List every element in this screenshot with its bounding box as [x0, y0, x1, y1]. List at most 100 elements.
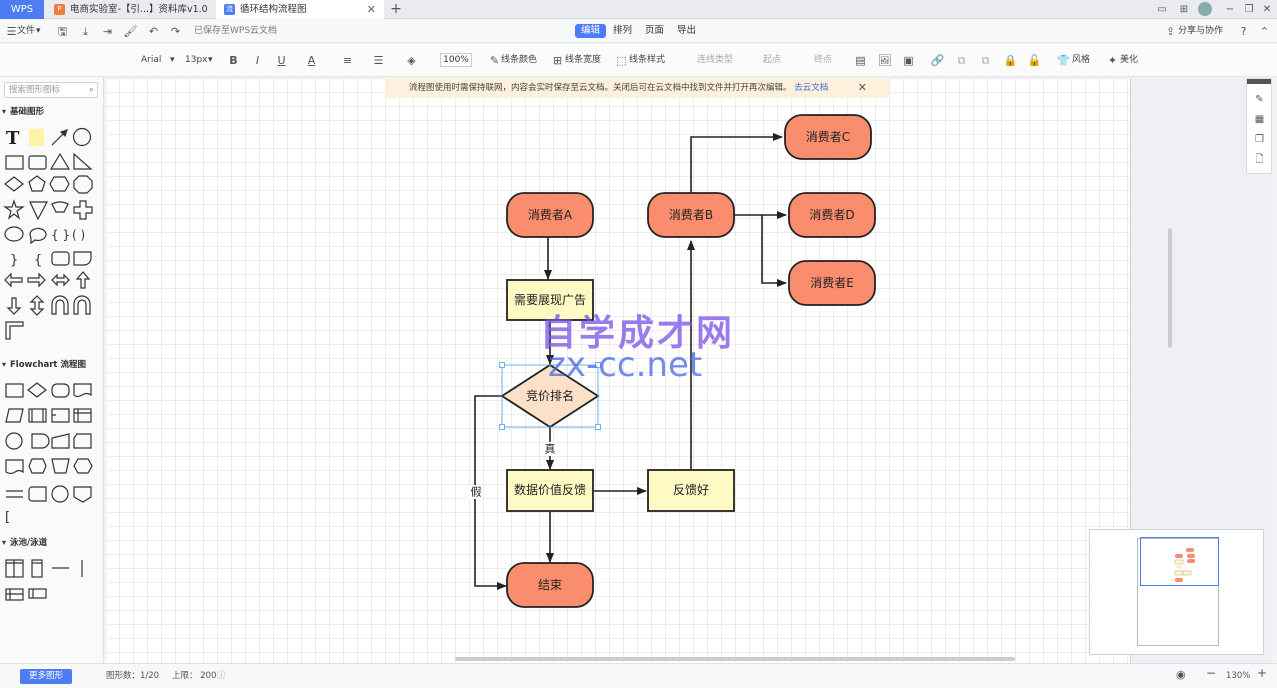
flowchart-shapes-grid[interactable]: [	[2, 378, 102, 528]
zoom-input[interactable]: 100%	[440, 53, 472, 67]
share-button[interactable]: 分享与协作	[1178, 24, 1223, 39]
pool-lane-shapes-grid[interactable]	[2, 556, 102, 606]
tab-document-2[interactable]: 流 循环结构流程图 ✕	[216, 0, 384, 19]
file-menu[interactable]: 文件	[17, 24, 35, 39]
tab-document-1[interactable]: P 电商实验室-【引...】资料库v1.0	[46, 0, 214, 19]
help-icon[interactable]: ⓘ	[217, 670, 226, 683]
duplicate-icon[interactable]: ⧉	[978, 53, 993, 68]
border-icon: ⊞	[552, 54, 563, 67]
zoom-in-button[interactable]: +	[1257, 667, 1267, 680]
bold-icon[interactable]: B	[226, 53, 241, 68]
tab-arrange[interactable]: 排列	[607, 24, 638, 38]
node-consumer-e[interactable]: 消费者E	[788, 260, 876, 306]
zoom-out-button[interactable]: −	[1206, 667, 1216, 680]
svg-text:[: [	[5, 510, 10, 525]
connector-type-menu[interactable]: 连线类型	[697, 53, 733, 68]
document-icon[interactable]: 🗋	[1253, 153, 1266, 166]
pages-icon[interactable]: ❐	[1253, 133, 1266, 146]
node-good-feedback[interactable]: 反馈好	[647, 469, 735, 512]
tab-edit[interactable]: 编辑	[575, 24, 607, 38]
edge-b-to-e[interactable]	[761, 215, 787, 287]
beautify-button[interactable]: 美化	[1120, 53, 1138, 68]
right-side-toolbar: ✎ ▦ ❐ 🗋	[1246, 78, 1272, 174]
add-tab-button[interactable]: +	[388, 0, 404, 19]
style-menu[interactable]: 风格	[1072, 53, 1090, 68]
line-width-menu[interactable]: 线条宽度	[565, 53, 601, 68]
horizontal-scrollbar[interactable]	[455, 657, 1015, 661]
close-icon[interactable]: ✕	[367, 0, 376, 19]
wps-logo[interactable]: WPS	[0, 0, 44, 19]
unlock-icon[interactable]: 🔓	[1027, 53, 1042, 68]
redo-icon[interactable]: ↷	[168, 24, 183, 39]
tab-page[interactable]: 页面	[639, 24, 670, 38]
link-icon[interactable]: 🔗	[930, 53, 945, 68]
section-pool-lane[interactable]: 泳池/泳道	[0, 536, 104, 550]
style-icon: 👕	[1056, 54, 1071, 67]
start-arrow-menu[interactable]: 起点	[763, 53, 781, 68]
svg-text:( ): ( )	[72, 228, 85, 242]
close-window-icon[interactable]: ✕	[1259, 2, 1275, 17]
underline-icon[interactable]: U	[274, 53, 289, 68]
format-painter-icon[interactable]: 🖌	[123, 24, 138, 39]
more-shapes-button[interactable]: 更多图形	[20, 669, 72, 684]
calendar-icon[interactable]: ▦	[1253, 113, 1266, 126]
section-flowchart[interactable]: Flowchart 流程图	[0, 358, 104, 372]
grid-icon[interactable]: ⊞	[1176, 2, 1192, 17]
svg-text:T: T	[6, 128, 20, 149]
font-select[interactable]: Arial	[141, 53, 161, 68]
layout-icon[interactable]: ▭	[1154, 2, 1170, 17]
status-bar: 更多图形 图形数：1/20 上限： 200 ⓘ ◉ − 130% +	[0, 663, 1277, 688]
font-size-select[interactable]: 13px	[185, 53, 208, 68]
tab-bar: WPS P 电商实验室-【引...】资料库v1.0 流 循环结构流程图 ✕ + …	[0, 0, 1277, 19]
line-style-menu[interactable]: 线条样式	[629, 53, 665, 68]
line-color-menu[interactable]: 线条颜色	[501, 53, 537, 68]
shape-search-input[interactable]: 搜索图形图标 ⌕	[4, 82, 98, 98]
eye-icon[interactable]: ◉	[1176, 668, 1186, 681]
node-end[interactable]: 结束	[506, 562, 594, 608]
section-basic-shapes[interactable]: 基础图形	[0, 105, 104, 119]
svg-text:消费者A: 消费者A	[528, 208, 573, 222]
copy-icon[interactable]: ⧉	[954, 53, 969, 68]
layout-icon[interactable]: ▤	[853, 53, 868, 68]
vertical-scrollbar[interactable]	[1168, 228, 1172, 348]
restore-icon[interactable]: ❐	[1241, 2, 1257, 17]
edge-b-to-c[interactable]	[690, 133, 783, 193]
image-icon[interactable]: 🖼	[877, 53, 892, 68]
svg-text:消费者D: 消费者D	[809, 208, 854, 222]
saved-status: 已保存至WPS云文档	[194, 26, 278, 36]
help-icon[interactable]: ?	[1236, 24, 1251, 39]
node-consumer-c[interactable]: 消费者C	[784, 114, 872, 160]
container-icon[interactable]: ▣	[901, 53, 916, 68]
node-consumer-b[interactable]: 消费者B	[647, 192, 735, 238]
save-icon[interactable]: 🖫	[55, 24, 70, 39]
font-color-icon[interactable]: A	[304, 53, 319, 68]
node-consumer-a[interactable]: 消费者A	[506, 192, 594, 238]
line-spacing-icon[interactable]: ☰	[371, 53, 386, 68]
zoom-level[interactable]: 130%	[1226, 670, 1250, 683]
undo-icon[interactable]: ↶	[146, 24, 161, 39]
minimize-icon[interactable]: −	[1222, 2, 1238, 17]
italic-icon[interactable]: I	[250, 53, 265, 68]
watermark-url: zx-cc.net	[548, 345, 703, 385]
chevron-down-icon: ▾	[208, 55, 213, 65]
export-icon[interactable]: ⇥	[100, 24, 115, 39]
align-icon[interactable]: ≡	[340, 53, 355, 68]
node-data-feedback[interactable]: 数据价值反馈	[506, 469, 594, 512]
minimap[interactable]	[1089, 529, 1264, 655]
pen-icon: ✎	[489, 54, 500, 67]
end-arrow-menu[interactable]: 终点	[814, 53, 832, 68]
node-consumer-d[interactable]: 消费者D	[788, 192, 876, 238]
edge-label-false: 假	[471, 485, 482, 499]
collapse-icon[interactable]: ⌃	[1257, 24, 1272, 39]
ppt-icon: P	[54, 4, 65, 15]
format-toolbar: Arial ▾ 13px ▾ B I U A ≡ ☰ ◈ 100% ✎ 线条颜色…	[0, 44, 1277, 77]
svg-text:消费者E: 消费者E	[810, 276, 854, 290]
fill-color-icon[interactable]: ◈	[404, 53, 419, 68]
download-icon[interactable]: ⤓	[78, 24, 93, 39]
tab-export[interactable]: 导出	[671, 24, 702, 38]
comment-icon[interactable]: ✎	[1253, 93, 1266, 106]
avatar[interactable]	[1198, 2, 1212, 16]
lock-icon[interactable]: 🔒	[1003, 53, 1018, 68]
minimap-viewport[interactable]	[1140, 537, 1219, 586]
basic-shapes-grid[interactable]: T { }( ) } {	[2, 124, 102, 349]
